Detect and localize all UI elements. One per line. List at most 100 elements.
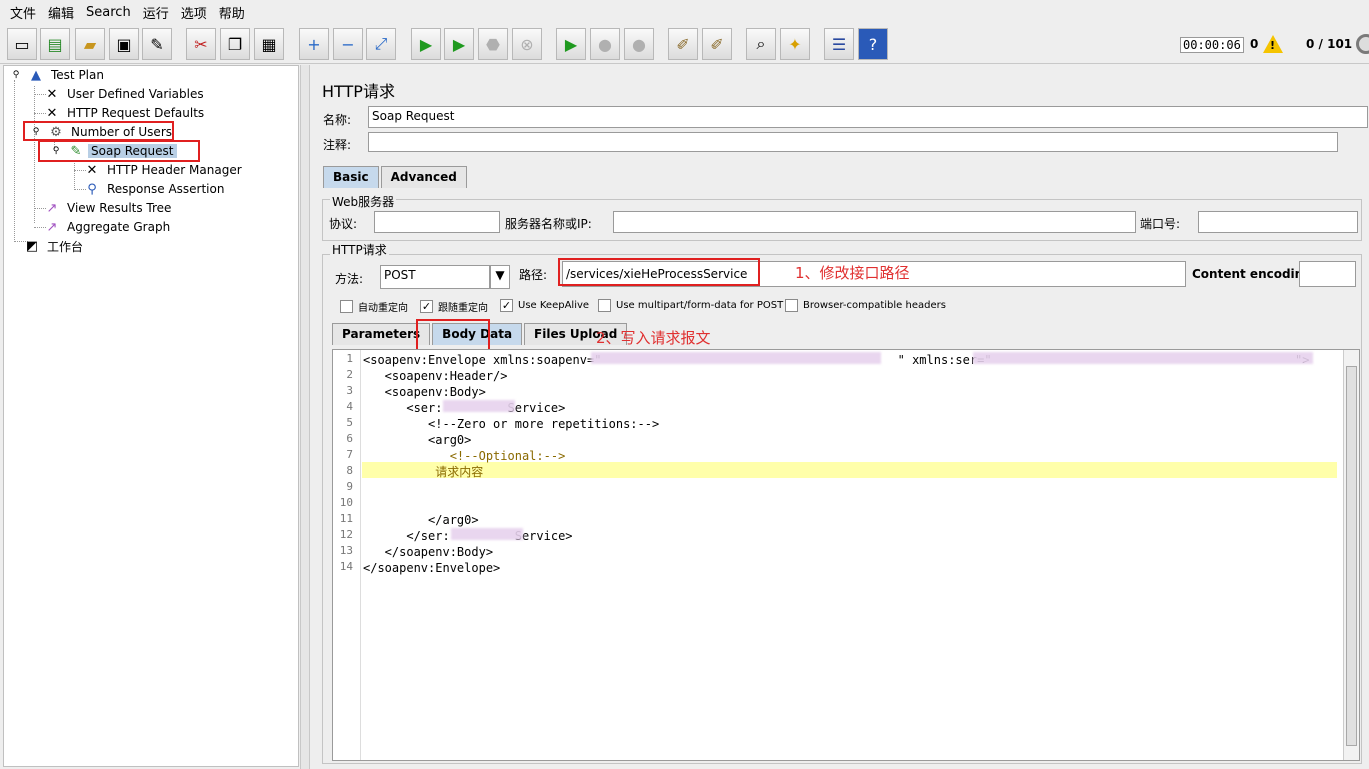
start-icon[interactable]: ▶ <box>411 28 441 60</box>
name-field[interactable]: Soap Request <box>368 106 1368 128</box>
highlight-box-soap-request <box>38 140 200 162</box>
config-tabs: Basic Advanced <box>323 166 469 188</box>
http-request-panel: HTTP请求 名称: Soap Request 注释: Basic Advanc… <box>312 65 1369 769</box>
code-line: <arg0> <box>363 433 472 447</box>
stop-icon[interactable]: ⬣ <box>478 28 508 60</box>
save-icon[interactable]: ▣ <box>109 28 139 60</box>
remote-shutdown-icon[interactable]: ● <box>624 28 654 60</box>
thread-count: 0 / 101 <box>1306 37 1353 51</box>
menu-edit[interactable]: 编辑 <box>42 3 80 22</box>
line-number: 7 <box>346 448 353 461</box>
line-number: 12 <box>339 528 353 541</box>
menu-options[interactable]: 选项 <box>175 3 213 22</box>
editor-vertical-scrollbar[interactable] <box>1343 350 1359 760</box>
tree-node-http-request-defaults[interactable]: ✕ HTTP Request Defaults <box>44 104 207 122</box>
code-line: 请求内容 <box>363 465 484 479</box>
tree-node-http-header-manager[interactable]: ✕ HTTP Header Manager <box>84 161 245 179</box>
code-line: </arg0> <box>363 513 479 527</box>
menu-help[interactable]: 帮助 <box>213 3 251 22</box>
paste-icon[interactable]: ▦ <box>254 28 284 60</box>
start-no-pause-icon[interactable]: ▶ <box>444 28 474 60</box>
code-line: <soapenv:Header/> <box>363 369 508 383</box>
split-pane-divider[interactable] <box>300 65 310 769</box>
line-number: 11 <box>339 512 353 525</box>
tree-node-workbench[interactable]: ◩ 工作台 <box>24 237 86 255</box>
line-number: 6 <box>346 432 353 445</box>
comment-label: 注释: <box>323 138 352 152</box>
menu-file[interactable]: 文件 <box>4 3 42 22</box>
encoding-field[interactable] <box>1299 261 1356 287</box>
http-request-title: HTTP请求 <box>330 241 389 258</box>
protocol-field[interactable] <box>374 211 500 233</box>
copy-icon[interactable]: ❐ <box>220 28 250 60</box>
current-line-highlight <box>362 462 1337 478</box>
code-line: <soapenv:Body> <box>363 385 486 399</box>
toggle-icon[interactable]: ⤢ <box>366 28 396 60</box>
redacted-region <box>591 352 881 364</box>
chevron-down-icon[interactable]: ▼ <box>490 265 510 289</box>
line-number: 10 <box>339 496 353 509</box>
new-icon[interactable]: ▭ <box>7 28 37 60</box>
comment-field[interactable] <box>368 132 1338 152</box>
reset-search-icon[interactable]: ✦ <box>780 28 810 60</box>
clear-icon[interactable]: ✐ <box>668 28 698 60</box>
expand-icon[interactable]: + <box>299 28 329 60</box>
collapse-icon[interactable]: − <box>333 28 363 60</box>
search-icon[interactable]: ⌕ <box>746 28 776 60</box>
method-select[interactable]: POST <box>380 265 490 289</box>
code-line: </soapenv:Body> <box>363 545 494 559</box>
tab-basic[interactable]: Basic <box>323 166 379 188</box>
expand-handle-icon[interactable]: ⚲ <box>8 67 24 83</box>
code-line: </soapenv:Envelope> <box>363 561 501 575</box>
checkbox-browser-headers[interactable]: Browser-compatible headers <box>785 299 946 312</box>
tab-advanced[interactable]: Advanced <box>380 166 467 188</box>
templates-icon[interactable]: ▤ <box>40 28 70 60</box>
menu-search[interactable]: Search <box>80 5 137 20</box>
tree-node-response-assertion[interactable]: ⚲ Response Assertion <box>84 180 227 198</box>
annotation-modify-path: 1、修改接口路径 <box>795 264 910 282</box>
line-number: 4 <box>346 400 353 413</box>
tree-node-user-defined-variables[interactable]: ✕ User Defined Variables <box>44 85 207 103</box>
save-as-icon[interactable]: ✎ <box>142 28 172 60</box>
line-number: 9 <box>346 480 353 493</box>
highlight-box-path <box>558 258 760 286</box>
warning-icon[interactable]: ! <box>1263 35 1283 53</box>
checkbox-keepalive[interactable]: ✓ Use KeepAlive <box>500 299 589 312</box>
server-label: 服务器名称或IP: <box>505 217 592 231</box>
port-field[interactable] <box>1198 211 1358 233</box>
menu-run[interactable]: 运行 <box>137 3 175 22</box>
line-number: 1 <box>346 352 353 365</box>
remote-globe-icon <box>1356 34 1369 54</box>
tree-node-view-results-tree[interactable]: ↗ View Results Tree <box>44 199 174 217</box>
remote-start-icon[interactable]: ▶ <box>556 28 586 60</box>
cut-icon[interactable]: ✂ <box>186 28 216 60</box>
method-label: 方法: <box>335 272 364 286</box>
server-field[interactable] <box>613 211 1136 233</box>
flask-icon: ▲ <box>31 67 41 83</box>
tree-node-aggregate-graph[interactable]: ↗ Aggregate Graph <box>44 218 173 236</box>
code-line: <!--Zero or more repetitions:--> <box>363 417 660 431</box>
checkbox-multipart[interactable]: Use multipart/form-data for POST <box>598 299 783 312</box>
line-number: 13 <box>339 544 353 557</box>
magnifier-icon: ⚲ <box>87 181 97 197</box>
clear-all-icon[interactable]: ✐ <box>702 28 732 60</box>
line-number: 2 <box>346 368 353 381</box>
shutdown-icon[interactable]: ⊗ <box>512 28 542 60</box>
open-folder-icon[interactable]: ▰ <box>75 28 105 60</box>
help-icon[interactable]: ? <box>858 28 888 60</box>
checkbox-follow-redirect[interactable]: ✓ 跟随重定向 <box>420 299 488 314</box>
tree-node-test-plan[interactable]: ⚲ ▲ Test Plan <box>8 66 107 84</box>
remote-stop-icon[interactable]: ● <box>590 28 620 60</box>
encoding-label: Content encoding: <box>1192 267 1317 281</box>
redacted-region <box>973 352 1313 364</box>
scrollbar-thumb[interactable] <box>1346 366 1357 746</box>
checkbox-auto-redirect[interactable]: 自动重定向 <box>340 299 408 314</box>
graph-icon: ↗ <box>46 200 58 216</box>
menu-bar: 文件 编辑 Search 运行 选项 帮助 <box>0 0 1369 24</box>
graph-icon: ↗ <box>46 219 58 235</box>
function-helper-icon[interactable]: ☰ <box>824 28 854 60</box>
body-data-editor[interactable]: 1 2 3 4 5 6 7 8 9 10 11 12 13 14 <soapenv:Envelope xm… <box>332 349 1360 761</box>
test-plan-tree: ⚲ ▲ Test Plan ✕ User Defined Variables ✕… <box>3 65 299 767</box>
web-server-title: Web服务器 <box>330 193 397 210</box>
redacted-region <box>443 400 515 412</box>
